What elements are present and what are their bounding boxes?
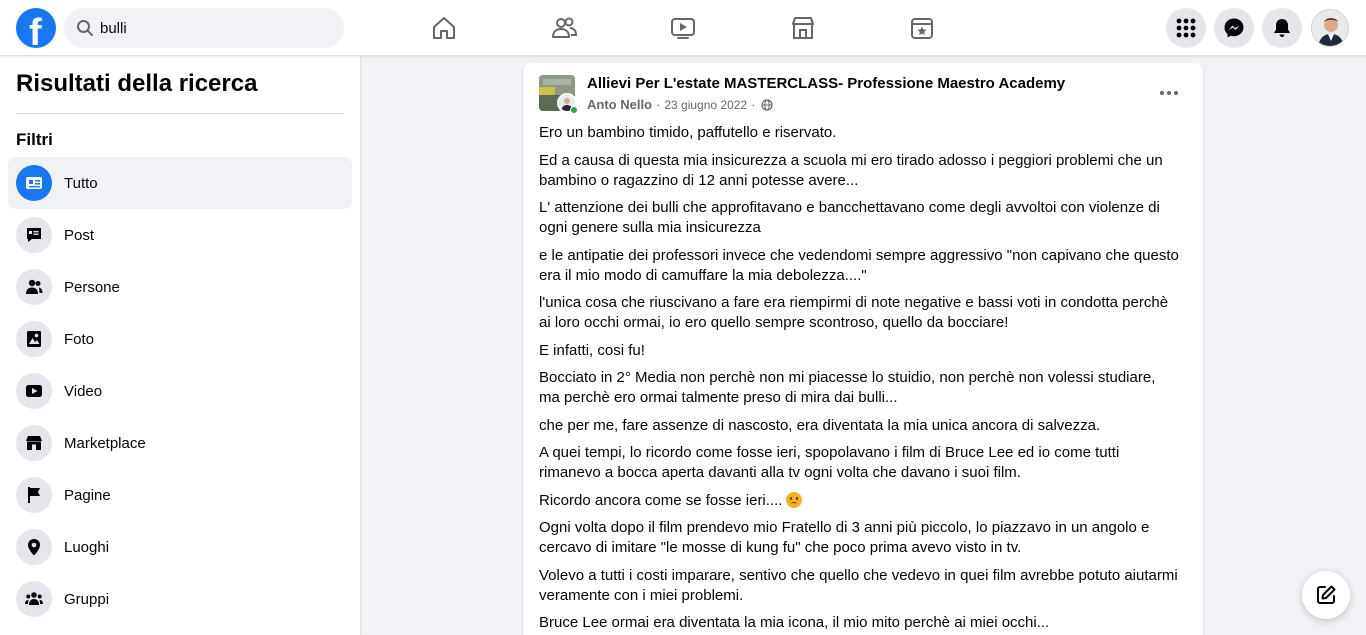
filter-label: Foto bbox=[64, 330, 95, 348]
post-meta: Anto Nello · 23 giugno 2022 · bbox=[587, 97, 774, 112]
facebook-logo[interactable]: f bbox=[16, 8, 56, 48]
filter-label: Luoghi bbox=[64, 538, 110, 556]
filter-item-pagine[interactable]: Pagine bbox=[8, 469, 352, 521]
notifications-button[interactable] bbox=[1262, 8, 1302, 48]
search-box[interactable] bbox=[64, 8, 344, 48]
location-icon bbox=[16, 529, 52, 565]
profile-avatar[interactable] bbox=[1311, 9, 1349, 47]
filter-label: Persone bbox=[64, 278, 120, 296]
filter-label: Video bbox=[64, 382, 103, 400]
post-paragraph: Ogni volta dopo il film prendevo mio Fra… bbox=[539, 519, 1150, 556]
flag-icon bbox=[16, 477, 52, 513]
video-icon bbox=[16, 373, 52, 409]
marketplace-icon bbox=[16, 425, 52, 461]
filter-item-gruppi[interactable]: Gruppi bbox=[8, 573, 352, 625]
search-input[interactable] bbox=[100, 8, 330, 48]
post-page-name[interactable]: Allievi Per L'estate MASTERCLASS- Profes… bbox=[587, 75, 1065, 92]
online-status-dot bbox=[570, 106, 578, 114]
marketplace-icon bbox=[792, 17, 814, 39]
messenger-button[interactable] bbox=[1214, 8, 1254, 48]
post-paragraph: A quei tempi, lo ricordo come fosse ieri… bbox=[539, 444, 1120, 481]
post-date[interactable]: 23 giugno 2022 bbox=[664, 98, 747, 112]
filter-item-persone[interactable]: Persone bbox=[8, 261, 352, 313]
photo-icon bbox=[16, 321, 52, 357]
top-navigation-bar: f bbox=[0, 0, 1366, 56]
people-icon bbox=[16, 269, 52, 305]
search-icon bbox=[77, 20, 93, 36]
post-paragraph: Ero un bambino timido, paffutello e rise… bbox=[539, 124, 837, 141]
tab-marketplace[interactable] bbox=[747, 0, 859, 56]
filter-item-video[interactable]: Video bbox=[8, 365, 352, 417]
filter-label: Tutto bbox=[64, 174, 98, 192]
filter-label: Pagine bbox=[64, 486, 111, 504]
filter-label: Gruppi bbox=[64, 590, 110, 608]
profile-photo bbox=[1312, 10, 1348, 46]
meta-separator: · bbox=[751, 97, 756, 112]
groups-icon bbox=[16, 581, 52, 617]
messenger-icon bbox=[1224, 18, 1244, 38]
watch-icon bbox=[671, 18, 695, 39]
compose-icon bbox=[1317, 585, 1336, 604]
post-paragraph-text: Ricordo ancora come se fosse ieri.... bbox=[539, 491, 783, 509]
gaming-icon bbox=[911, 18, 933, 39]
filter-item-marketplace[interactable]: Marketplace bbox=[8, 417, 352, 469]
divider bbox=[16, 113, 344, 114]
menu-grid-icon bbox=[1176, 18, 1196, 38]
globe-icon bbox=[761, 98, 774, 111]
filter-item-post[interactable]: Post bbox=[8, 209, 352, 261]
filters-heading: Filtri bbox=[16, 130, 53, 149]
post-icon bbox=[16, 217, 52, 253]
post-paragraph: L' attenzione dei bulli che approfitavan… bbox=[539, 199, 1160, 236]
home-icon bbox=[433, 17, 455, 39]
post-paragraph: Ed a causa di questa mia insicurezza a s… bbox=[539, 151, 1163, 189]
post-paragraph: che per me, fare assenze di nascosto, er… bbox=[539, 416, 1101, 434]
post-paragraph: Volevo a tutti i costi imparare, sentivo… bbox=[539, 566, 1178, 604]
tab-gaming[interactable] bbox=[866, 0, 978, 56]
tab-watch[interactable] bbox=[627, 0, 739, 56]
meta-separator: · bbox=[656, 97, 661, 112]
post-body: Ero un bambino timido, paffutello e rise… bbox=[539, 123, 1179, 635]
post-paragraph: E infatti, cosi fu! bbox=[539, 341, 645, 359]
sad-face-emoji-icon bbox=[786, 491, 803, 508]
search-filters-sidebar: Risultati della ricerca Filtri Tutto Pos… bbox=[0, 56, 360, 635]
filter-label: Post bbox=[64, 226, 95, 244]
all-results-icon bbox=[16, 165, 52, 201]
post-paragraph-with-emoji: Ricordo ancora come se fosse ieri.... bbox=[539, 491, 1179, 511]
tab-home[interactable] bbox=[388, 0, 500, 56]
post-paragraph: l'unica cosa che riuscivano a fare era r… bbox=[539, 294, 1169, 331]
post-author[interactable]: Anto Nello bbox=[587, 97, 652, 112]
filter-item-luoghi[interactable]: Luoghi bbox=[8, 521, 352, 573]
post-paragraph: Bruce Lee ormai era diventata la mia ico… bbox=[539, 614, 1050, 631]
filter-label: Marketplace bbox=[64, 434, 146, 452]
page-title: Risultati della ricerca bbox=[16, 70, 258, 97]
post-options-button[interactable] bbox=[1153, 79, 1185, 107]
menu-button[interactable] bbox=[1166, 8, 1206, 48]
post-card: Allievi Per L'estate MASTERCLASS- Profes… bbox=[523, 63, 1203, 635]
tab-friends[interactable] bbox=[508, 0, 620, 56]
facebook-logo-letter: f bbox=[29, 12, 42, 48]
filter-item-tutto[interactable]: Tutto bbox=[8, 157, 352, 209]
more-options-icon bbox=[1160, 91, 1178, 95]
post-paragraph: Bocciato in 2° Media non perchè non mi p… bbox=[539, 369, 1156, 406]
post-paragraph: e le antipatie dei professori invece che… bbox=[539, 246, 1179, 284]
filter-item-foto[interactable]: Foto bbox=[8, 313, 352, 365]
friends-icon bbox=[552, 17, 578, 38]
new-message-button[interactable] bbox=[1302, 571, 1350, 619]
notifications-icon bbox=[1274, 19, 1290, 37]
